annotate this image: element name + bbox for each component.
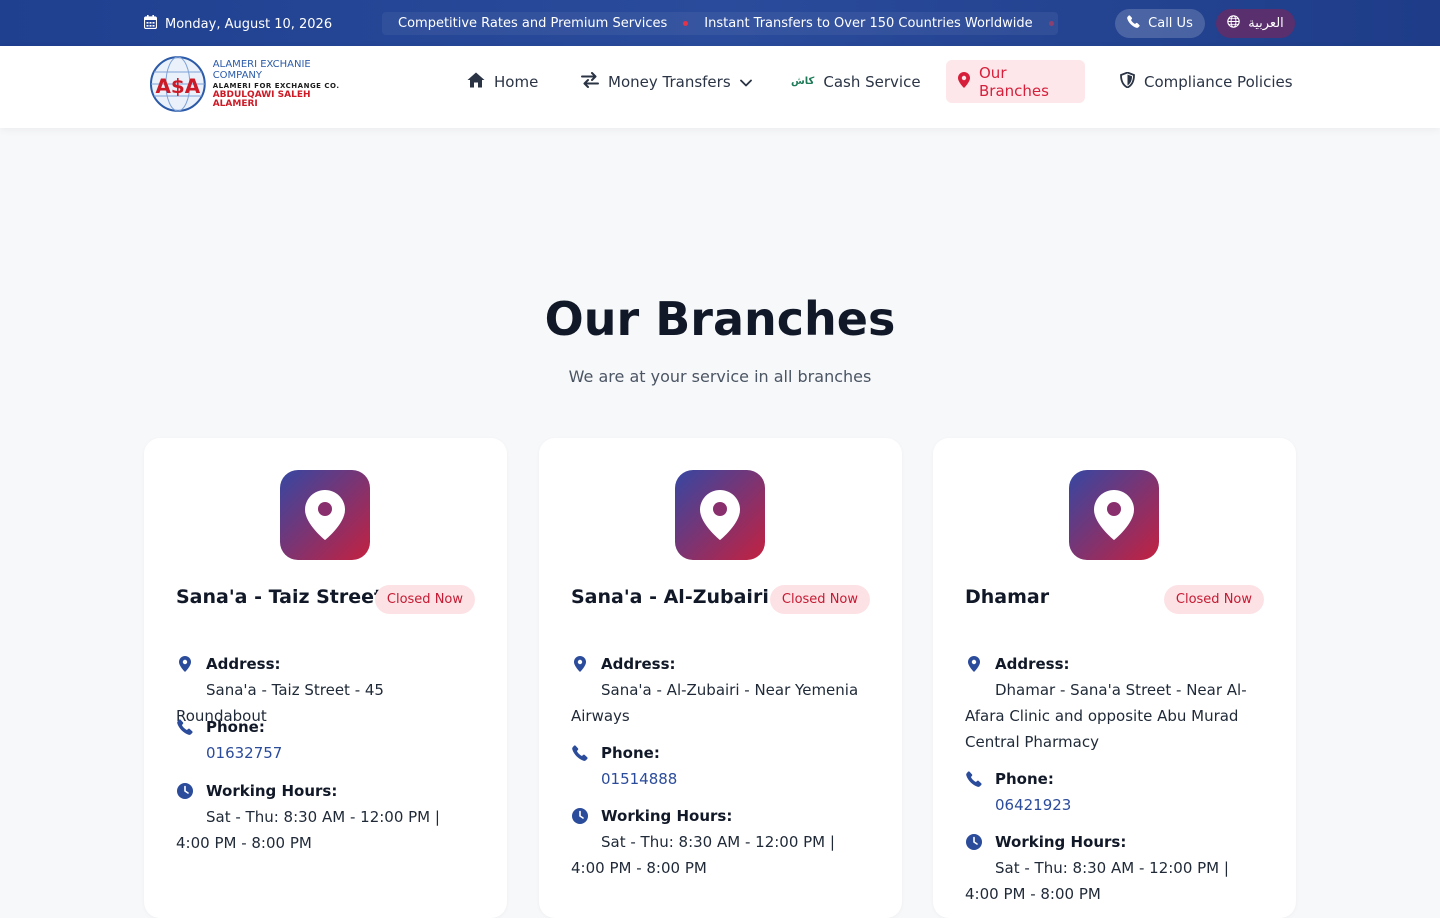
location-pin-icon [958, 71, 970, 92]
call-us-button[interactable]: Call Us [1115, 9, 1205, 38]
branch-address: Address: Dhamar - Sana'a Street - Near A… [965, 654, 1265, 755]
top-bar: Monday, August 10, 2026 Competitive Rate… [0, 0, 1440, 46]
branch-hours: Working Hours: Sat - Thu: 8:30 AM - 12:0… [965, 832, 1265, 907]
branch-name: Sana'a - Al-Zubairi [571, 586, 769, 608]
map-marker-icon [965, 656, 983, 672]
phone-icon [965, 771, 983, 787]
language-label: العربية [1248, 16, 1284, 31]
nav-home[interactable]: Home [455, 60, 550, 103]
branch-hours: Working Hours: Sat - Thu: 8:30 AM - 12:0… [176, 781, 476, 856]
branch-name: Sana'a - Taiz Street [176, 586, 384, 608]
hours-value: Sat - Thu: 8:30 AM - 12:00 PM | 4:00 PM … [571, 833, 835, 877]
status-badge: Closed Now [1163, 585, 1264, 614]
transfer-arrows-icon [581, 71, 599, 92]
shield-icon [1120, 71, 1135, 92]
branch-phone: Phone: 01514888 [571, 743, 871, 792]
phone-label: Phone: [206, 718, 265, 736]
nav-money-transfers[interactable]: Money Transfers [569, 60, 764, 103]
call-us-label: Call Us [1148, 16, 1193, 31]
page-title: Our Branches [544, 292, 896, 346]
phone-value[interactable]: 06421923 [965, 792, 1265, 818]
date-text: Monday, August 10, 2026 [165, 16, 333, 32]
branch-location-icon [280, 470, 370, 560]
address-label: Address: [601, 655, 676, 673]
clock-icon [571, 808, 589, 824]
hours-value: Sat - Thu: 8:30 AM - 12:00 PM | 4:00 PM … [176, 808, 440, 852]
ticker-separator [683, 21, 689, 26]
phone-label: Phone: [601, 744, 660, 762]
clock-icon [176, 783, 194, 799]
branch-card: Sana'a - Taiz Street Closed Now Address:… [144, 438, 507, 918]
nav-cash-service-label: Cash Service [823, 72, 921, 91]
ticker-item: Instant Transfers to Over 150 Countries … [704, 16, 1033, 31]
branch-address: Address: Sana'a - Al-Zubairi - Near Yeme… [571, 654, 871, 729]
branch-location-icon [675, 470, 765, 560]
address-label: Address: [995, 655, 1070, 673]
language-toggle-button[interactable]: العربية [1216, 9, 1295, 38]
hours-label: Working Hours: [995, 833, 1127, 851]
chevron-down-icon [739, 73, 752, 91]
phone-value[interactable]: 01514888 [571, 766, 871, 792]
branch-name: Dhamar [965, 586, 1050, 608]
ticker-item: Competitive Rates and Premium Services [398, 16, 668, 31]
phone-icon [571, 745, 589, 761]
nav-our-branches-label: Our Branches [979, 63, 1049, 100]
phone-value[interactable]: 01632757 [176, 740, 476, 766]
nav-compliance-policies[interactable]: Compliance Policies [1108, 60, 1305, 103]
phone-label: Phone: [995, 770, 1054, 788]
hours-value: Sat - Thu: 8:30 AM - 12:00 PM | 4:00 PM … [965, 859, 1229, 903]
clock-icon [965, 834, 983, 850]
branch-location-icon [1069, 470, 1159, 560]
date-display: Monday, August 10, 2026 [143, 15, 333, 33]
map-marker-icon [176, 656, 194, 672]
logo-line-2: COMPANY [212, 69, 263, 81]
logo-line-4: ABDULQAWI SALEH ALAMERI [212, 89, 311, 109]
nav-home-label: Home [494, 72, 539, 91]
home-icon [467, 72, 485, 92]
phone-icon [176, 719, 194, 735]
news-ticker: Competitive Rates and Premium Services I… [382, 12, 1058, 35]
cash-logo-icon: كاش [791, 76, 815, 87]
page-subtitle: We are at your service in all branches [568, 367, 872, 386]
branch-phone: Phone: 01632757 [176, 717, 476, 766]
branch-phone: Phone: 06421923 [965, 769, 1265, 818]
company-logo[interactable]: A$A ALAMERI EXCHANIE COMPANY ALAMERI FOR… [148, 55, 358, 113]
status-badge: Closed Now [769, 585, 870, 614]
nav-our-branches[interactable]: Our Branches [946, 60, 1085, 103]
map-marker-icon [571, 656, 589, 672]
status-badge: Closed Now [374, 585, 475, 614]
logo-mark-text: A$A [156, 75, 201, 98]
hours-label: Working Hours: [601, 807, 733, 825]
calendar-icon [143, 15, 158, 33]
logo-line-1: ALAMERI EXCHANIE [212, 58, 311, 70]
logo-mark-icon: A$A [149, 56, 206, 112]
logo-line-3: ALAMERI FOR EXCHANGE CO. [212, 81, 340, 90]
ticker-separator [1048, 21, 1054, 26]
globe-icon [1227, 15, 1240, 32]
nav-compliance-label: Compliance Policies [1144, 72, 1293, 91]
branch-card: Dhamar Closed Now Address: Dhamar - Sana… [933, 438, 1296, 918]
nav-money-transfers-label: Money Transfers [608, 72, 731, 91]
phone-icon [1127, 15, 1140, 32]
main-navbar: A$A ALAMERI EXCHANIE COMPANY ALAMERI FOR… [0, 46, 1440, 128]
branch-hours: Working Hours: Sat - Thu: 8:30 AM - 12:0… [571, 806, 871, 881]
address-value: Dhamar - Sana'a Street - Near Al-Afara C… [965, 681, 1247, 751]
branch-card: Sana'a - Al-Zubairi Closed Now Address: … [539, 438, 902, 918]
address-label: Address: [206, 655, 281, 673]
address-value: Sana'a - Al-Zubairi - Near Yemenia Airwa… [571, 681, 859, 725]
nav-cash-service[interactable]: كاش Cash Service [779, 60, 933, 103]
hours-label: Working Hours: [206, 782, 338, 800]
